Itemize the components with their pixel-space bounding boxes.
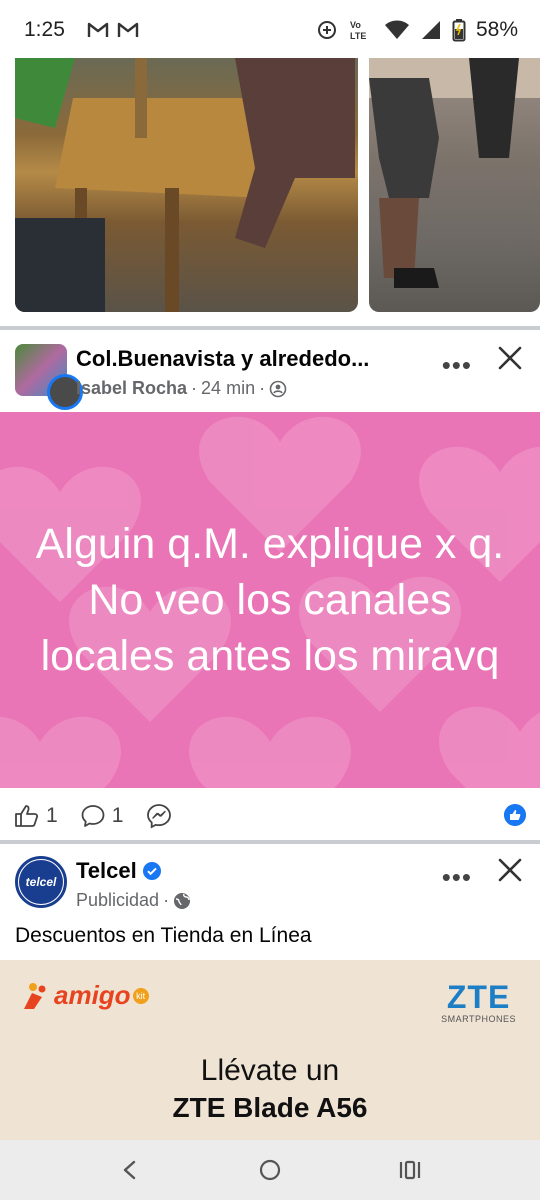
globe-icon [174,892,191,909]
meta-separator: · [259,378,266,398]
wifi-icon [384,20,409,39]
thumbs-up-icon [15,805,39,827]
advertiser-logo[interactable]: telcel [15,856,67,908]
amigo-logo-text: amigo [54,980,131,1010]
more-options-button[interactable]: ••• [442,862,472,893]
text-post-background[interactable]: Alguin q.M. explique x q. No veo los can… [0,412,540,788]
previous-post-images[interactable] [0,58,540,314]
feed-divider [0,326,540,330]
amigo-kit-logo: amigo kit [22,980,149,1011]
sponsored-label: Publicidad [76,890,160,910]
comment-count: 1 [111,804,124,827]
ad-banner-image[interactable]: amigo kit ZTE SMARTPHONES Llévate un ZTE… [0,960,540,1140]
comment-button[interactable]: 1 [80,803,124,829]
svg-text:Vo: Vo [350,20,361,30]
advertiser-name-row[interactable]: Telcel [76,858,436,884]
svg-text:LTE: LTE [350,31,366,41]
amigo-kit-badge: kit [132,987,149,1004]
recents-icon [399,1160,421,1180]
volte-icon: VoLTE [350,20,366,41]
signal-icon [421,21,440,39]
like-reaction-badge-icon[interactable] [504,804,526,826]
author-name[interactable]: Isabel Rocha [76,378,187,399]
amigo-figure-icon [24,982,46,1009]
verified-badge-icon [142,862,161,880]
post-photo[interactable] [369,58,540,312]
back-button[interactable] [110,1150,150,1190]
post-time[interactable]: 24 min [201,378,255,399]
post-meta: Isabel Rocha · 24 min · [76,378,287,399]
ad-headline-line2: ZTE Blade A56 [172,1092,368,1123]
ad-post-header: telcel Telcel Publicidad · ••• [0,844,540,914]
battery-percentage: 58% [475,18,518,41]
close-icon[interactable] [494,854,526,886]
system-navigation-bar [0,1140,540,1200]
table-scene-image [15,58,355,312]
post-photo[interactable] [15,58,358,312]
comment-icon [81,805,105,827]
status-bar: 1:25 Vo LTE 58% [0,0,540,60]
advertiser-name[interactable]: Telcel [76,858,137,883]
zte-brand: ZTE [446,979,511,1015]
recents-button[interactable] [390,1150,430,1190]
like-button[interactable]: 1 [14,804,58,828]
meta-separator: · [191,378,198,398]
zte-sub: SMARTPHONES [441,1014,516,1024]
send-button[interactable] [145,802,173,830]
gmail-icon [87,22,109,37]
messenger-icon [147,804,172,829]
group-avatar[interactable] [15,344,83,410]
group-privacy-icon [269,380,287,397]
close-icon[interactable] [494,342,526,374]
gmail-icon [117,22,139,37]
telcel-logo-text: telcel [19,860,63,904]
ad-body-text: Descuentos en Tienda en Línea [15,924,312,947]
like-count: 1 [46,804,58,827]
zte-logo: ZTE SMARTPHONES [441,980,516,1024]
battery-icon [452,19,466,42]
home-button[interactable] [250,1150,290,1190]
group-post-header: Col.Buenavista y alrededo... Isabel Roch… [0,332,540,410]
more-options-button[interactable]: ••• [442,350,472,381]
home-circle-icon [259,1159,281,1181]
ad-headline-line1: Llévate un [200,1054,340,1087]
post-message: Alguin q.M. explique x q. No veo los can… [35,520,505,680]
back-chevron-icon [123,1160,136,1180]
data-saver-icon [317,21,336,39]
reactions-bar: 1 1 [0,796,540,836]
group-name[interactable]: Col.Buenavista y alrededo... [76,346,436,372]
status-time: 1:25 [24,18,65,41]
ad-meta: Publicidad · [76,890,191,911]
meta-separator: · [163,890,170,910]
street-scene-image [369,58,540,288]
